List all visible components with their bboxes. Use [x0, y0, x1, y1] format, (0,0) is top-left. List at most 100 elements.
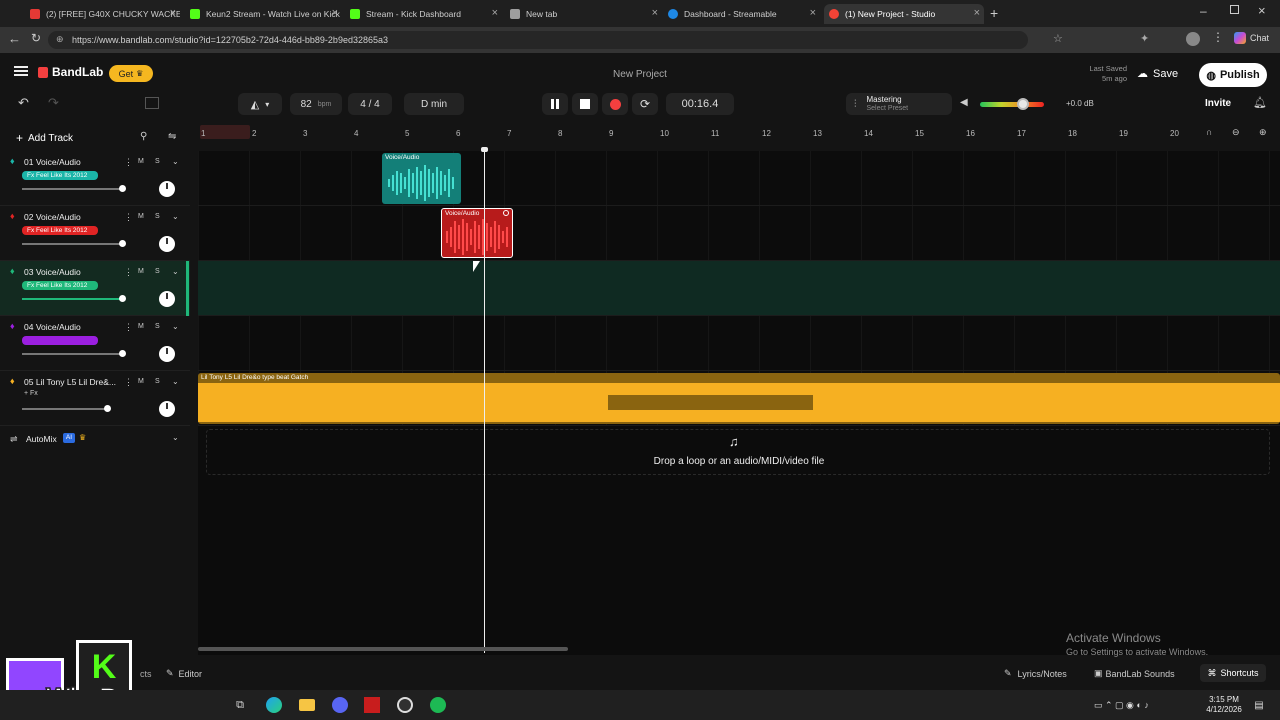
- solo-button[interactable]: S: [155, 268, 160, 275]
- system-tray-icons[interactable]: ▭ ⌃ ▢ ◉ ◐ ♪: [1094, 698, 1204, 712]
- task-view-icon[interactable]: ⧉: [233, 698, 247, 712]
- track-menu-icon[interactable]: ⋮: [124, 322, 133, 333]
- stop-button[interactable]: [572, 93, 598, 115]
- add-fx-button[interactable]: + Fx: [24, 390, 38, 397]
- chevron-down-icon[interactable]: ⌄: [172, 157, 179, 166]
- bell-icon[interactable]: 🔔︎: [1253, 96, 1267, 109]
- browser-tab[interactable]: New tab ×: [510, 4, 662, 24]
- clock[interactable]: 3:15 PM 4/12/2026: [1204, 695, 1244, 715]
- extensions-icon[interactable]: ✦: [1140, 32, 1149, 45]
- audio-clip-beat[interactable]: Lil Tony L5 Lil Dre&o type beat Gatch: [198, 373, 1280, 424]
- playhead-head[interactable]: [481, 147, 488, 152]
- close-icon[interactable]: ×: [492, 7, 498, 19]
- pan-knob[interactable]: [159, 181, 175, 197]
- add-track-button[interactable]: + Add Track: [16, 131, 73, 145]
- maximize-button[interactable]: [1230, 5, 1239, 14]
- track-menu-icon[interactable]: ⋮: [124, 157, 133, 168]
- close-window-button[interactable]: ×: [1258, 3, 1266, 18]
- edge-icon[interactable]: [266, 697, 282, 713]
- save-button[interactable]: ☁ Save: [1137, 67, 1178, 81]
- copilot-chat-button[interactable]: Chat: [1234, 32, 1269, 44]
- speaker-icon[interactable]: ◀︎: [960, 97, 968, 108]
- fx-badge[interactable]: Fx Feel Like Its 2012: [22, 171, 98, 180]
- metronome-pill[interactable]: ◭ ▾: [238, 93, 282, 115]
- mute-button[interactable]: M: [138, 213, 144, 220]
- track-lane[interactable]: [198, 316, 1280, 371]
- solo-button[interactable]: S: [155, 378, 160, 385]
- key-field[interactable]: D min: [404, 93, 464, 115]
- profile-avatar[interactable]: [1186, 32, 1200, 46]
- new-tab-button[interactable]: +: [990, 5, 998, 21]
- volume-slider[interactable]: [22, 185, 126, 192]
- track-lane[interactable]: [198, 151, 1280, 206]
- invite-button[interactable]: Invite: [1205, 98, 1231, 109]
- chevron-down-icon[interactable]: ⌄: [172, 267, 179, 276]
- undo-icon[interactable]: ↶: [18, 95, 29, 111]
- keyboard-icon[interactable]: [145, 97, 159, 109]
- fx-badge[interactable]: [22, 336, 98, 345]
- horizontal-scrollbar[interactable]: [198, 647, 568, 651]
- track-menu-icon[interactable]: ⋮: [124, 212, 133, 223]
- solo-button[interactable]: S: [155, 158, 160, 165]
- shortcuts-button[interactable]: ⌘ Shortcuts: [1200, 664, 1266, 682]
- audio-clip[interactable]: Voice/Audio: [382, 153, 461, 204]
- loop-region[interactable]: [200, 125, 250, 139]
- zoom-in-icon[interactable]: ⊕: [1259, 127, 1267, 138]
- solo-button[interactable]: S: [155, 323, 160, 330]
- pan-knob[interactable]: [159, 236, 175, 252]
- track-header[interactable]: ♦ 02 Voice/Audio ⋮ M S ⌄ Fx Feel Like It…: [0, 206, 190, 261]
- mute-button[interactable]: M: [138, 158, 144, 165]
- mute-button[interactable]: M: [138, 378, 144, 385]
- browser-tab[interactable]: Dashboard - Streamable ×: [668, 4, 820, 24]
- track-name[interactable]: 01 Voice/Audio: [24, 157, 81, 167]
- track-name[interactable]: 03 Voice/Audio: [24, 267, 81, 277]
- get-membership-button[interactable]: Get ♛: [109, 65, 153, 82]
- track-header[interactable]: ♦ 04 Voice/Audio ⋮ M S ⌄: [0, 316, 190, 371]
- mastering-button[interactable]: ⫶ Mastering Select Preset: [846, 93, 952, 115]
- volume-thumb[interactable]: [119, 240, 126, 247]
- track-header[interactable]: ♦ 01 Voice/Audio ⋮ M S ⌄ Fx Feel Like It…: [0, 151, 190, 206]
- pan-knob[interactable]: [159, 291, 175, 307]
- discord-icon[interactable]: [332, 697, 348, 713]
- track-header-selected[interactable]: ♦ 03 Voice/Audio ⋮ M S ⌄ Fx Feel Like It…: [0, 261, 190, 316]
- playhead[interactable]: [484, 149, 485, 653]
- volume-thumb[interactable]: [104, 405, 111, 412]
- audio-clip-selected[interactable]: Voice/Audio: [441, 208, 513, 258]
- browser-tab[interactable]: Keun2 Stream - Watch Live on Kick ×: [190, 4, 342, 24]
- bandlab-sounds-button[interactable]: ▣ BandLab Sounds: [1094, 668, 1175, 679]
- lyrics-notes-button[interactable]: ✎ Lyrics/Notes: [1004, 668, 1067, 679]
- pan-knob[interactable]: [159, 346, 175, 362]
- bandlab-logo[interactable]: BandLab: [38, 65, 103, 79]
- automix-row[interactable]: ⇌ AutoMix AI ♛ ⌄: [0, 429, 190, 451]
- hamburger-menu-icon[interactable]: [14, 66, 28, 76]
- track-name[interactable]: 05 Lil Tony L5 Lil Dre&...: [24, 377, 116, 387]
- reload-icon[interactable]: ↻: [31, 31, 41, 45]
- track-menu-icon[interactable]: ⋮: [124, 267, 133, 278]
- loop-button[interactable]: ⟳: [632, 93, 658, 115]
- game-app-icon[interactable]: [364, 697, 380, 713]
- time-signature-field[interactable]: 4 / 4: [348, 93, 392, 115]
- track-header[interactable]: ♦ 05 Lil Tony L5 Lil Dre&... ⋮ M S ⌄ + F…: [0, 371, 190, 426]
- mute-button[interactable]: M: [138, 323, 144, 330]
- close-icon[interactable]: ×: [974, 7, 980, 19]
- url-field[interactable]: ⊕ https://www.bandlab.com/studio?id=1227…: [48, 31, 1028, 49]
- chevron-down-icon[interactable]: ⌄: [172, 212, 179, 221]
- spotify-icon[interactable]: [430, 697, 446, 713]
- volume-slider[interactable]: [22, 405, 111, 412]
- browser-tab[interactable]: Stream - Kick Dashboard ×: [350, 4, 502, 24]
- pause-button[interactable]: [542, 93, 568, 115]
- volume-thumb[interactable]: [119, 350, 126, 357]
- redo-icon[interactable]: ↷: [48, 95, 59, 111]
- chevron-down-icon[interactable]: ⌄: [172, 322, 179, 331]
- master-volume-slider[interactable]: [980, 98, 1044, 110]
- magnet-icon[interactable]: ∩: [1206, 127, 1212, 137]
- filter-icon[interactable]: ⇋: [168, 131, 176, 142]
- close-icon[interactable]: ×: [332, 7, 338, 19]
- close-icon[interactable]: ×: [652, 7, 658, 19]
- chevron-down-icon[interactable]: ⌄: [172, 433, 179, 442]
- back-icon[interactable]: ←: [8, 31, 21, 46]
- fx-badge[interactable]: Fx Feel Like Its 2012: [22, 281, 98, 290]
- clip-loop-handle[interactable]: [503, 210, 509, 216]
- obs-icon[interactable]: [397, 697, 413, 713]
- volume-thumb[interactable]: [119, 295, 126, 302]
